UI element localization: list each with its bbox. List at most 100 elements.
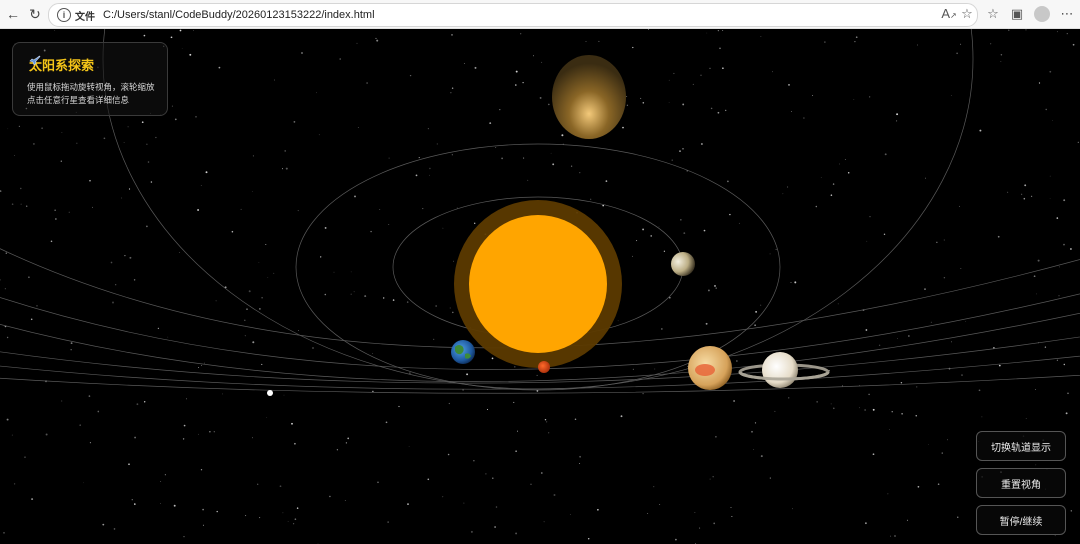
star bbox=[579, 455, 581, 458]
more-menu-icon[interactable]: ⋯ bbox=[1058, 5, 1076, 23]
star bbox=[760, 36, 762, 37]
star bbox=[383, 297, 385, 299]
star bbox=[324, 293, 327, 296]
star bbox=[924, 288, 926, 290]
extensions-icon[interactable]: ▣ bbox=[1008, 5, 1026, 23]
star bbox=[950, 95, 952, 96]
star bbox=[79, 424, 81, 426]
star bbox=[617, 320, 619, 322]
star bbox=[356, 42, 358, 44]
scheme-label: 文件 bbox=[75, 11, 95, 23]
star bbox=[324, 226, 327, 229]
planet-jupiter bbox=[688, 346, 732, 390]
reset-view-button[interactable]: 重置视角 bbox=[976, 468, 1066, 498]
star bbox=[20, 187, 22, 190]
star bbox=[791, 111, 792, 112]
star bbox=[436, 143, 438, 145]
star bbox=[516, 430, 519, 432]
star bbox=[837, 303, 839, 305]
star bbox=[725, 109, 727, 112]
star bbox=[452, 311, 454, 314]
star bbox=[859, 407, 860, 409]
star bbox=[1007, 191, 1009, 193]
star bbox=[1038, 82, 1041, 84]
star bbox=[294, 518, 297, 521]
star bbox=[4, 288, 6, 290]
back-arrow-icon[interactable]: ← bbox=[4, 5, 22, 23]
star bbox=[705, 322, 708, 325]
star bbox=[470, 530, 473, 533]
star bbox=[197, 433, 199, 435]
star bbox=[965, 321, 967, 323]
star bbox=[231, 230, 234, 233]
star bbox=[11, 434, 13, 436]
star bbox=[333, 271, 335, 273]
star bbox=[492, 477, 494, 479]
star bbox=[958, 205, 960, 207]
star bbox=[5, 252, 7, 254]
star bbox=[1065, 412, 1068, 415]
star bbox=[442, 496, 444, 498]
star bbox=[70, 342, 73, 345]
star bbox=[680, 219, 682, 221]
star bbox=[1023, 197, 1026, 200]
star bbox=[466, 373, 469, 376]
refresh-icon[interactable]: ↻ bbox=[26, 5, 44, 23]
favorites-list-icon[interactable]: ☆ bbox=[984, 5, 1002, 23]
favorite-star-icon[interactable]: ☆ bbox=[958, 5, 976, 23]
star bbox=[129, 256, 132, 259]
star bbox=[842, 385, 843, 387]
star bbox=[112, 301, 114, 304]
solar-system-canvas[interactable]: 太阳系探索 使用鼠标拖动旋转视角，滚轮缩放 点击任意行星查看详细信息 切换轨道显… bbox=[0, 29, 1080, 544]
address-bar[interactable]: i 文件 C:/Users/stanl/CodeBuddy/2026012315… bbox=[48, 3, 978, 27]
toggle-orbits-button[interactable]: 切换轨道显示 bbox=[976, 431, 1066, 461]
star bbox=[878, 344, 881, 346]
planet-outer-white bbox=[267, 390, 273, 396]
star bbox=[292, 523, 295, 525]
star bbox=[170, 36, 173, 39]
star bbox=[1000, 61, 1002, 62]
star bbox=[901, 413, 903, 415]
planet-mars bbox=[538, 361, 550, 373]
star bbox=[760, 304, 762, 306]
star bbox=[928, 444, 929, 445]
star bbox=[854, 40, 856, 43]
profile-avatar-icon[interactable] bbox=[1034, 6, 1050, 22]
star bbox=[31, 498, 34, 501]
star bbox=[642, 392, 644, 395]
star bbox=[409, 74, 412, 77]
pause-resume-button[interactable]: 暂停/继续 bbox=[976, 505, 1066, 535]
star bbox=[915, 415, 917, 417]
star bbox=[448, 402, 450, 405]
star bbox=[1000, 54, 1003, 56]
star bbox=[883, 233, 886, 235]
read-aloud-icon[interactable]: A↗ bbox=[940, 5, 958, 23]
star bbox=[200, 185, 202, 186]
star bbox=[775, 248, 777, 250]
star bbox=[541, 61, 543, 63]
star bbox=[473, 460, 475, 462]
star bbox=[530, 483, 532, 485]
star bbox=[251, 191, 253, 192]
star bbox=[88, 395, 91, 397]
star bbox=[329, 495, 331, 498]
star bbox=[379, 208, 381, 210]
info-panel: 太阳系探索 使用鼠标拖动旋转视角，滚轮缩放 点击任意行星查看详细信息 bbox=[12, 42, 168, 116]
star bbox=[495, 506, 498, 508]
star bbox=[1069, 248, 1072, 250]
star bbox=[97, 410, 100, 413]
star bbox=[1077, 141, 1079, 143]
star bbox=[515, 532, 518, 535]
star bbox=[392, 299, 395, 301]
star bbox=[960, 267, 962, 270]
star bbox=[1056, 217, 1059, 219]
star bbox=[283, 394, 285, 396]
info-title-row: 太阳系探索 bbox=[29, 55, 94, 74]
star bbox=[642, 228, 645, 231]
star bbox=[495, 146, 497, 148]
star bbox=[429, 174, 430, 176]
star bbox=[908, 335, 910, 337]
info-icon[interactable]: i bbox=[57, 8, 71, 22]
star bbox=[474, 222, 476, 224]
star bbox=[451, 87, 454, 89]
